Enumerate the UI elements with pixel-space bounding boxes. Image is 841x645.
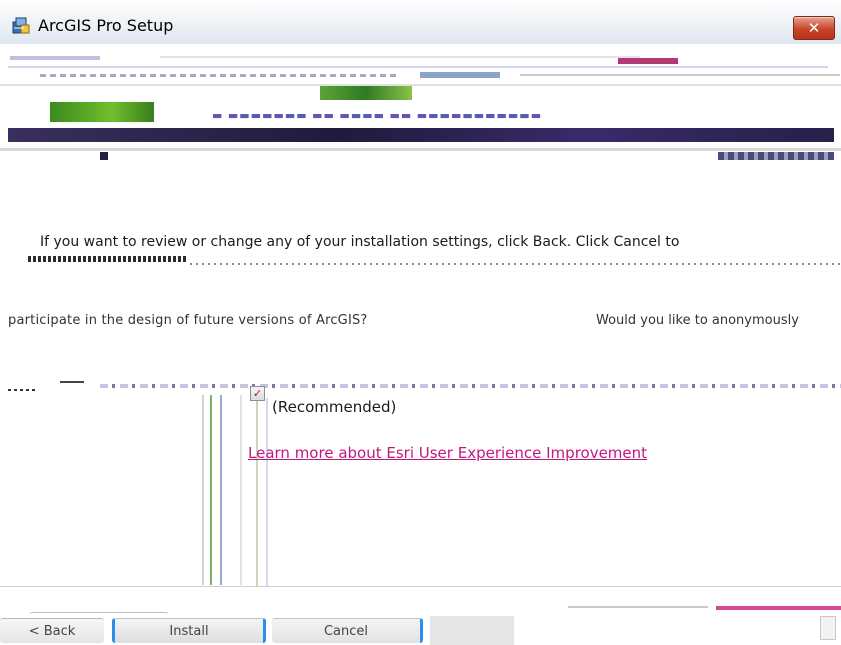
- install-button[interactable]: Install: [112, 618, 266, 643]
- footer-divider: [0, 586, 841, 587]
- ux-improvement-label: (Recommended): [272, 398, 397, 416]
- checkmark-icon: ✓: [252, 387, 263, 400]
- setup-window: ArcGIS Pro Setup ✕ ▬ ▬▬▬▬▬▬▬ ▬▬ ▬▬▬▬ ▬▬ …: [0, 0, 841, 645]
- separator-dotted: [190, 263, 840, 265]
- guide-line: [202, 395, 204, 585]
- footer-artifact: [716, 606, 841, 610]
- guide-line: [240, 395, 242, 585]
- guide-line: [220, 395, 222, 585]
- instruction-text: If you want to review or change any of y…: [40, 234, 680, 250]
- guide-line: [256, 398, 258, 586]
- banner-heading: ▬ ▬▬▬▬▬▬▬ ▬▬ ▬▬▬▬ ▬▬ ▬▬▬▬▬▬▬▬▬▬▬: [212, 109, 543, 122]
- instruction-fragment: [28, 256, 188, 262]
- guide-line: [210, 395, 212, 585]
- back-button[interactable]: < Back: [0, 618, 104, 643]
- participation-question-right: Would you like to anonymously: [596, 313, 799, 328]
- footer-artifact: [568, 606, 708, 608]
- consent-text-artifact: [100, 384, 841, 388]
- close-icon: ✕: [807, 19, 821, 37]
- footer-right-edge: [820, 616, 836, 640]
- banner-divider: [0, 148, 841, 151]
- banner-dark-bar: [8, 128, 834, 142]
- footer-grey-block: [430, 616, 514, 645]
- banner-right-patch: [718, 152, 834, 160]
- banner-logo: [50, 102, 154, 122]
- artifact-dash: [60, 381, 84, 383]
- learn-more-link[interactable]: Learn more about Esri User Experience Im…: [248, 444, 647, 462]
- cancel-button[interactable]: Cancel: [272, 618, 423, 643]
- ux-improvement-checkbox[interactable]: ✓: [250, 386, 265, 401]
- guide-line: [266, 398, 268, 586]
- banner-graphic: [320, 86, 412, 100]
- setup-package-icon: [12, 16, 30, 34]
- close-button[interactable]: ✕: [793, 16, 835, 40]
- header-banner: ▬ ▬▬▬▬▬▬▬ ▬▬ ▬▬▬▬ ▬▬ ▬▬▬▬▬▬▬▬▬▬▬: [0, 44, 841, 162]
- artifact-dash: [8, 389, 38, 391]
- title-bar: ArcGIS Pro Setup ✕: [0, 0, 841, 45]
- banner-mark: [100, 152, 108, 160]
- footer-artifact: [30, 612, 168, 616]
- window-title: ArcGIS Pro Setup: [38, 16, 174, 35]
- participation-question-left: participate in the design of future vers…: [8, 313, 368, 328]
